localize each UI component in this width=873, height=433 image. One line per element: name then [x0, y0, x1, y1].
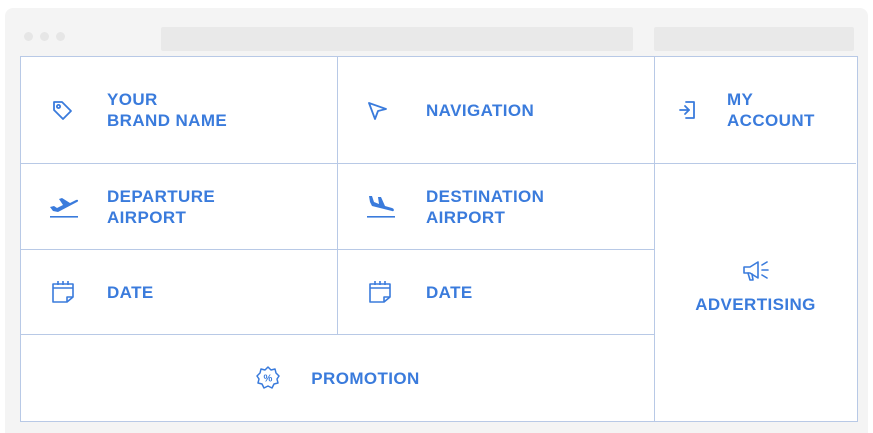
- account-cell: MY ACCOUNT: [655, 57, 856, 164]
- promotion-label: PROMOTION: [311, 368, 420, 388]
- destination-label: DESTINATION AIRPORT: [426, 186, 545, 227]
- cursor-arrow-icon: [366, 99, 388, 121]
- layout-wireframe: YOUR BRAND NAME NAVIGATION MY ACCOUNT DE…: [20, 56, 858, 422]
- sign-in-icon: [677, 100, 697, 120]
- departure-label: DEPARTURE AIRPORT: [107, 186, 216, 227]
- window-dot: [56, 32, 65, 41]
- brand-cell: YOUR BRAND NAME: [21, 57, 338, 164]
- date-right-label: DATE: [426, 282, 473, 302]
- window-dot: [24, 32, 33, 41]
- advertising-label: ADVERTISING: [695, 295, 816, 314]
- departure-cell: DEPARTURE AIRPORT: [21, 164, 338, 250]
- advertising-cell: ADVERTISING: [655, 164, 856, 421]
- toolbar-placeholder: [654, 27, 854, 51]
- svg-text:%: %: [264, 374, 273, 385]
- tag-icon: [51, 99, 73, 121]
- discount-badge-icon: %: [255, 365, 281, 391]
- address-bar: [161, 27, 633, 51]
- brand-label: YOUR BRAND NAME: [107, 90, 228, 130]
- calendar-icon: [368, 280, 392, 304]
- promotion-cell: % PROMOTION: [21, 335, 655, 421]
- date-left-cell: DATE: [21, 250, 338, 335]
- date-right-cell: DATE: [338, 250, 655, 335]
- destination-cell: DESTINATION AIRPORT: [338, 164, 655, 250]
- date-left-label: DATE: [107, 282, 154, 302]
- calendar-icon: [51, 280, 75, 304]
- navigation-label: NAVIGATION: [426, 100, 535, 120]
- megaphone-icon: [742, 260, 770, 282]
- navigation-cell: NAVIGATION: [338, 57, 655, 164]
- plane-takeoff-icon: [48, 195, 80, 219]
- account-label: MY ACCOUNT: [727, 90, 815, 130]
- window-dot: [40, 32, 49, 41]
- plane-landing-icon: [365, 194, 397, 220]
